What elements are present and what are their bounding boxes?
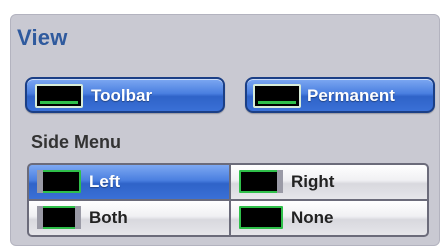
side-menu-right-button[interactable]: Right xyxy=(231,165,427,199)
monitor-icon xyxy=(35,84,83,108)
side-right-screen-icon xyxy=(239,170,283,193)
view-section-title: View xyxy=(17,25,68,50)
permanent-button-label: Permanent xyxy=(307,86,395,105)
side-menu-options: Left Right Both None xyxy=(27,163,429,237)
side-both-screen-icon xyxy=(37,206,81,229)
no-side-screen-icon xyxy=(239,206,283,229)
side-menu-title: Side Menu xyxy=(31,132,122,152)
side-menu-none-label: None xyxy=(291,208,334,227)
view-panel: View Toolbar Permanent Side Menu Left Ri… xyxy=(10,14,440,246)
permanent-toggle-button[interactable]: Permanent xyxy=(245,77,435,113)
side-menu-none-button[interactable]: None xyxy=(231,201,427,235)
side-menu-right-label: Right xyxy=(291,172,335,191)
side-left-screen-icon xyxy=(37,170,81,193)
toolbar-button-label: Toolbar xyxy=(91,86,153,105)
side-menu-left-label: Left xyxy=(89,172,121,191)
monitor-icon xyxy=(253,84,301,108)
side-menu-left-button[interactable]: Left xyxy=(29,165,229,199)
side-menu-both-button[interactable]: Both xyxy=(29,201,229,235)
toolbar-toggle-button[interactable]: Toolbar xyxy=(25,77,225,113)
side-menu-both-label: Both xyxy=(89,208,128,227)
